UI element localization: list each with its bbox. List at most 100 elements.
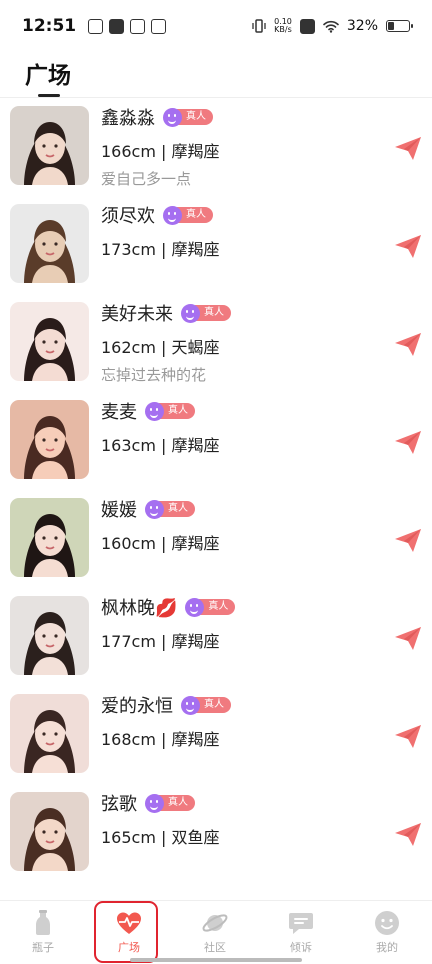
smiley-badge-icon xyxy=(163,205,182,225)
real-person-label: 真人 xyxy=(199,599,236,615)
list-item[interactable]: 枫林晚💋 真人 177cm | 摩羯座 xyxy=(0,588,432,686)
paper-plane-icon xyxy=(395,235,421,258)
avatar[interactable] xyxy=(10,498,89,577)
user-name: 爱的永恒 xyxy=(101,696,173,717)
home-indicator xyxy=(130,958,302,962)
send-button[interactable] xyxy=(394,527,422,553)
avatar[interactable] xyxy=(10,106,89,185)
mic-notification-icon xyxy=(109,18,125,34)
tab-community[interactable]: 社区 xyxy=(172,907,258,959)
user-name: 枫林晚💋 xyxy=(101,598,178,619)
real-person-badge: 真人 xyxy=(181,303,231,323)
avatar[interactable] xyxy=(10,204,89,283)
active-tab-highlight xyxy=(94,901,158,963)
avatar-image xyxy=(10,596,89,675)
paper-plane-icon xyxy=(395,529,421,552)
avatar[interactable] xyxy=(10,792,89,871)
user-list[interactable]: 鑫淼淼 真人 166cm | 摩羯座 爱自己多一点 须尽欢 真人 173cm |… xyxy=(0,98,432,898)
battery-icon xyxy=(386,20,413,32)
send-button[interactable] xyxy=(394,625,422,651)
paper-plane-icon xyxy=(395,725,421,748)
real-person-label: 真人 xyxy=(159,501,195,517)
list-item[interactable]: 媛媛 真人 160cm | 摩羯座 xyxy=(0,490,432,588)
real-person-badge: 真人 xyxy=(145,793,195,813)
smiley-badge-icon xyxy=(145,401,164,421)
user-info: 173cm | 摩羯座 xyxy=(101,240,220,259)
real-person-badge: 真人 xyxy=(145,401,195,421)
no-sim-icon xyxy=(299,18,315,34)
net-speed: 0.10 KB/s xyxy=(274,18,292,34)
real-person-label: 真人 xyxy=(177,207,213,223)
avatar-image xyxy=(10,498,89,577)
user-bio: 爱自己多一点 xyxy=(101,170,192,188)
bottom-tab-bar: 瓶子 广场 社区 倾诉 我的 xyxy=(0,900,432,964)
smiley-badge-icon xyxy=(145,499,164,519)
real-person-label: 真人 xyxy=(195,697,231,713)
vibrate-icon xyxy=(252,19,266,33)
user-info: 162cm | 天蝎座 xyxy=(101,338,220,357)
planet-icon xyxy=(202,914,228,932)
avatar-image xyxy=(10,204,89,283)
avatar-image xyxy=(10,694,89,773)
paper-plane-icon xyxy=(395,627,421,650)
list-item[interactable]: 鑫淼淼 真人 166cm | 摩羯座 爱自己多一点 xyxy=(0,98,432,196)
user-name: 美好未来 xyxy=(101,304,173,325)
list-item[interactable]: 须尽欢 真人 173cm | 摩羯座 xyxy=(0,196,432,294)
send-button[interactable] xyxy=(394,821,422,847)
tab-confide[interactable]: 倾诉 xyxy=(258,907,344,959)
user-name: 鑫淼淼 xyxy=(101,108,155,129)
tab-label-mine: 我的 xyxy=(376,941,398,954)
smiley-badge-icon xyxy=(163,107,182,127)
list-item[interactable]: 弦歌 真人 165cm | 双鱼座 xyxy=(0,784,432,882)
send-button[interactable] xyxy=(394,233,422,259)
user-name: 麦麦 xyxy=(101,402,137,423)
battery-percent: 32% xyxy=(346,18,378,34)
paper-plane-icon xyxy=(395,431,421,454)
user-bio: 忘掉过去种的花 xyxy=(101,366,207,384)
avatar[interactable] xyxy=(10,400,89,479)
title-underline xyxy=(38,94,60,97)
user-name: 须尽欢 xyxy=(101,206,155,227)
user-info: 177cm | 摩羯座 xyxy=(101,632,220,651)
avatar-image xyxy=(10,400,89,479)
smiley-badge-icon xyxy=(181,695,200,715)
real-person-badge: 真人 xyxy=(145,499,195,519)
tab-bottle[interactable]: 瓶子 xyxy=(0,907,86,959)
list-item[interactable]: 美好未来 真人 162cm | 天蝎座 忘掉过去种的花 xyxy=(0,294,432,392)
sync-notification-icon xyxy=(130,18,146,34)
real-person-badge: 真人 xyxy=(163,205,213,225)
status-time: 12:51 xyxy=(22,16,77,36)
wifi-icon xyxy=(323,20,339,33)
list-item[interactable]: 爱的永恒 真人 168cm | 摩羯座 xyxy=(0,686,432,784)
user-info: 160cm | 摩羯座 xyxy=(101,534,220,553)
paper-plane-icon xyxy=(395,823,421,846)
real-person-label: 真人 xyxy=(159,795,195,811)
send-button[interactable] xyxy=(394,723,422,749)
paper-plane-icon xyxy=(395,333,421,356)
avatar-image xyxy=(10,302,89,381)
page-title: 广场 xyxy=(25,63,71,89)
avatar-image xyxy=(10,106,89,185)
box-notification-icon xyxy=(151,18,167,34)
avatar[interactable] xyxy=(10,694,89,773)
smiley-badge-icon xyxy=(185,597,205,617)
user-info: 163cm | 摩羯座 xyxy=(101,436,220,455)
user-name: 弦歌 xyxy=(101,794,137,815)
real-person-label: 真人 xyxy=(159,403,195,419)
smiley-badge-icon xyxy=(181,303,200,323)
send-button[interactable] xyxy=(394,331,422,357)
avatar-image xyxy=(10,792,89,871)
list-item[interactable]: 麦麦 真人 163cm | 摩羯座 xyxy=(0,392,432,490)
app-notification-icon xyxy=(88,18,104,34)
tab-mine[interactable]: 我的 xyxy=(344,907,430,959)
user-info: 166cm | 摩羯座 xyxy=(101,142,220,161)
send-button[interactable] xyxy=(394,429,422,455)
tab-label-bottle: 瓶子 xyxy=(32,941,54,954)
real-person-badge: 真人 xyxy=(181,695,231,715)
send-button[interactable] xyxy=(394,135,422,161)
smiley-badge-icon xyxy=(145,793,164,813)
avatar[interactable] xyxy=(10,302,89,381)
smile-icon xyxy=(375,911,399,935)
avatar[interactable] xyxy=(10,596,89,675)
real-person-label: 真人 xyxy=(195,305,231,321)
